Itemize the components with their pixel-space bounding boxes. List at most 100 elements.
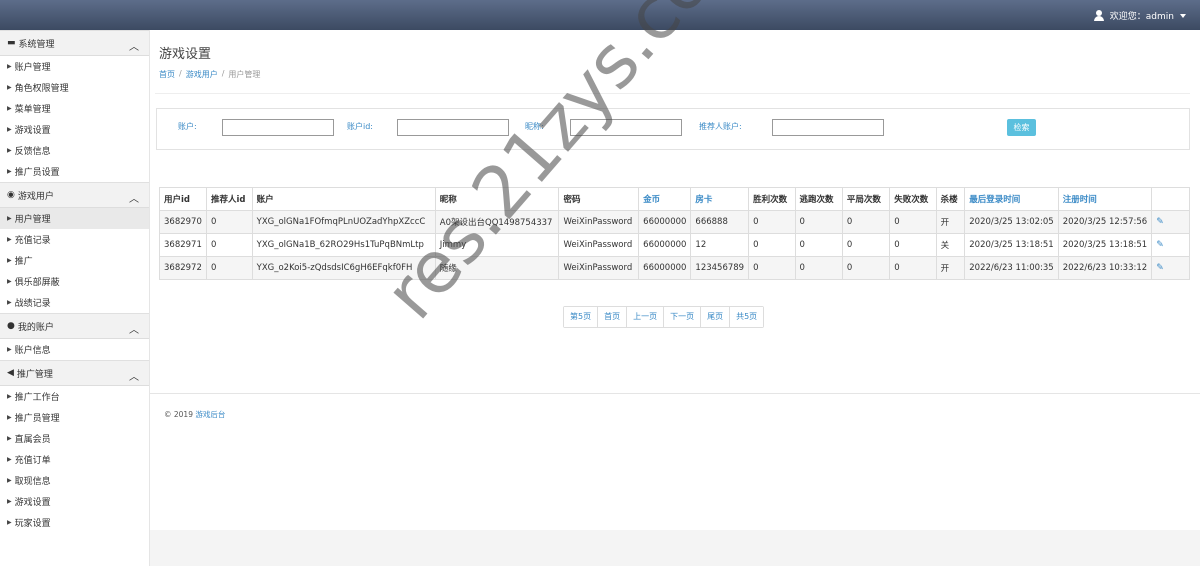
col-header-account: 账户 <box>251 187 436 211</box>
table-cell: 2020/3/25 12:57:56 <box>1057 210 1153 234</box>
col-header-password: 密码 <box>558 187 640 211</box>
main-content: 游戏设置 首页 / 游戏用户 / 用户管理 账户: 账户id: 昵称: 推荐人账… <box>150 30 1200 566</box>
footer-link[interactable]: 游戏后台 <box>195 410 225 419</box>
sidebar-item-player-settings[interactable]: ▶ 玩家设置 <box>0 512 149 533</box>
sidebar-section-system[interactable]: ▬ 系统管理 ︿ <box>0 30 149 56</box>
page-title: 游戏设置 <box>159 47 212 62</box>
sidebar-item-promo-game-settings[interactable]: ▶ 游戏设置 <box>0 491 149 512</box>
sidebar-item-promoter-management[interactable]: ▶ 推广员管理 <box>0 407 149 428</box>
caret-right-icon: ▶ <box>7 63 12 70</box>
table-header-row: 用户id 推荐人id 账户 昵称 密码 金币 房卡 胜利次数 逃跑次数 平局次数… <box>159 187 1190 211</box>
sidebar-section-game-users[interactable]: ◉ 游戏用户 ︿ <box>0 182 149 208</box>
table-cell: 2020/3/25 13:18:51 <box>964 233 1059 257</box>
col-header-last-login[interactable]: 最后登录时间 <box>964 187 1059 211</box>
col-header-wins: 胜利次数 <box>748 187 796 211</box>
user-menu[interactable]: 欢迎您：admin <box>1093 9 1186 22</box>
table-cell: 66000000 <box>638 233 692 257</box>
caret-right-icon: ▶ <box>7 393 12 400</box>
sidebar-item-recharge-records[interactable]: ▶ 充值记录 <box>0 229 149 250</box>
sidebar-item-game-settings[interactable]: ▶ 游戏设置 <box>0 119 149 140</box>
breadcrumb-game-users[interactable]: 游戏用户 <box>186 69 218 80</box>
sidebar-item-promotion[interactable]: ▶ 推广 <box>0 250 149 271</box>
table-cell: WeiXinPassword <box>558 233 640 257</box>
pager-first[interactable]: 首页 <box>598 307 628 327</box>
sidebar-item-roles[interactable]: ▶ 角色权限管理 <box>0 77 149 98</box>
caret-right-icon: ▶ <box>7 215 12 222</box>
col-header-user-id: 用户id <box>159 187 207 211</box>
chevron-up-icon[interactable]: ︿ <box>129 368 139 383</box>
sidebar-item-menus[interactable]: ▶ 菜单管理 <box>0 98 149 119</box>
sidebar-item-label: 玩家设置 <box>14 519 51 529</box>
sidebar-item-account[interactable]: ▶ 账户管理 <box>0 56 149 77</box>
caret-right-icon: ▶ <box>7 147 12 154</box>
sidebar-item-direct-members[interactable]: ▶ 直属会员 <box>0 428 149 449</box>
table-cell: 0 <box>748 256 796 280</box>
table-cell: 开 <box>935 210 966 234</box>
col-header-room-cards[interactable]: 房卡 <box>690 187 750 211</box>
user-icon <box>1093 10 1104 21</box>
table-cell: YXG_olGNa1FOfmqPLnUOZadYhpXZccC <box>251 210 436 234</box>
search-button[interactable]: 检索 <box>1007 119 1036 136</box>
pencil-icon[interactable]: ✎ <box>1156 263 1164 273</box>
sidebar-item-promoter-settings[interactable]: ▶ 推广员设置 <box>0 161 149 182</box>
sidebar-item-feedback[interactable]: ▶ 反馈信息 <box>0 140 149 161</box>
sidebar-item-label: 游戏设置 <box>14 498 51 508</box>
caret-right-icon: ▶ <box>7 236 12 243</box>
breadcrumb-home[interactable]: 首页 <box>159 69 175 80</box>
referrer-account-input[interactable] <box>772 119 884 136</box>
col-header-referrer-id: 推荐人id <box>205 187 253 211</box>
account-input[interactable] <box>222 119 334 136</box>
nickname-input[interactable] <box>570 119 682 136</box>
table-cell: 2020/3/25 13:18:51 <box>1057 233 1153 257</box>
sidebar-section-title: 游戏用户 <box>17 191 54 202</box>
table-cell: 3682971 <box>159 233 207 257</box>
table-cell: 0 <box>889 210 937 234</box>
col-header-gold[interactable]: 金币 <box>638 187 692 211</box>
sidebar-section-promotion[interactable]: ◀ 推广管理 ︿ <box>0 360 149 386</box>
sidebar-item-label: 充值订单 <box>14 456 51 466</box>
table-cell: WeiXinPassword <box>558 210 640 234</box>
account-id-input[interactable] <box>397 119 509 136</box>
sidebar-item-promo-workbench[interactable]: ▶ 推广工作台 <box>0 386 149 407</box>
table-cell: 12 <box>690 233 750 257</box>
sidebar-item-battle-records[interactable]: ▶ 战绩记录 <box>0 292 149 313</box>
sidebar-item-label: 战绩记录 <box>14 299 51 309</box>
sidebar-item-user-management[interactable]: ▶ 用户管理 <box>0 208 149 229</box>
caret-right-icon: ▶ <box>7 498 12 505</box>
breadcrumb-current: 用户管理 <box>228 70 261 79</box>
sidebar-item-label: 推广 <box>14 257 33 267</box>
table-cell: 0 <box>794 256 843 280</box>
pager-last[interactable]: 尾页 <box>701 307 731 327</box>
sidebar-section-my-account[interactable]: ● 我的账户 ︿ <box>0 313 149 339</box>
table-row: 3682970 0 YXG_olGNa1FOfmqPLnUOZadYhpXZcc… <box>159 210 1190 234</box>
table-cell: 0 <box>889 233 937 257</box>
table-cell: 666888 <box>690 210 750 234</box>
chevron-up-icon[interactable]: ︿ <box>129 38 139 53</box>
divider <box>150 393 1200 394</box>
caret-right-icon: ▶ <box>7 278 12 285</box>
sidebar-item-account-info[interactable]: ▶ 账户信息 <box>0 339 149 360</box>
sidebar-item-label: 角色权限管理 <box>14 84 69 94</box>
table-cell: 0 <box>748 210 796 234</box>
table-cell: 开 <box>935 256 966 280</box>
caret-right-icon: ▶ <box>7 84 12 91</box>
pencil-icon[interactable]: ✎ <box>1156 240 1164 250</box>
pager-next[interactable]: 下一页 <box>664 307 702 327</box>
col-header-register-time[interactable]: 注册时间 <box>1057 187 1153 211</box>
folder-icon: ▬ <box>7 38 16 48</box>
table-cell: 0 <box>748 233 796 257</box>
sidebar-item-label: 账户信息 <box>14 346 51 356</box>
chevron-up-icon[interactable]: ︿ <box>129 321 139 336</box>
table-cell: 随缘 <box>434 256 560 280</box>
sidebar-item-withdraw-info[interactable]: ▶ 取现信息 <box>0 470 149 491</box>
table-cell: YXG_o2Koi5-zQdsdsIC6gH6EFqkf0FH <box>251 256 436 280</box>
sidebar-item-label: 用户管理 <box>14 215 51 225</box>
sidebar-item-recharge-orders[interactable]: ▶ 充值订单 <box>0 449 149 470</box>
sidebar-section-title: 推广管理 <box>16 369 53 380</box>
pencil-icon[interactable]: ✎ <box>1156 217 1164 227</box>
pager-prev[interactable]: 上一页 <box>627 307 665 327</box>
table-cell: 0 <box>794 210 843 234</box>
table-row: 3682972 0 YXG_o2Koi5-zQdsdsIC6gH6EFqkf0F… <box>159 256 1190 280</box>
sidebar-item-club-block[interactable]: ▶ 俱乐部屏蔽 <box>0 271 149 292</box>
chevron-up-icon[interactable]: ︿ <box>129 190 139 205</box>
